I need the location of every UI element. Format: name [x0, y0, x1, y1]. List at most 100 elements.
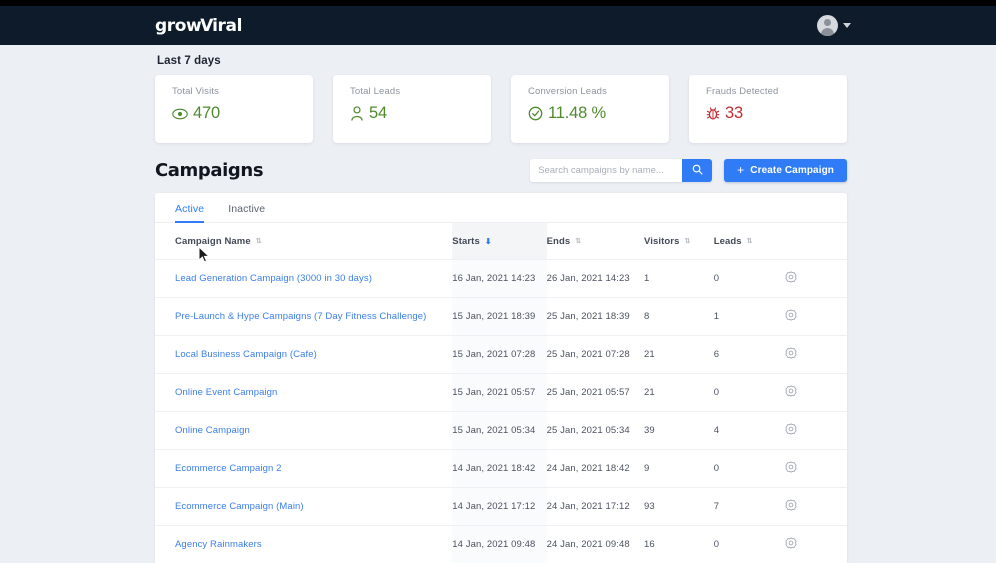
gear-icon[interactable] — [785, 271, 797, 283]
stat-label: Total Leads — [350, 86, 401, 97]
stat-value: 470 — [193, 104, 220, 122]
cell-starts: 16 Jan, 2021 14:23 — [452, 259, 547, 298]
campaign-name-link[interactable]: Local Business Campaign (Cafe) — [175, 349, 317, 360]
cell-actions — [785, 373, 847, 412]
cell-leads: 4 — [713, 411, 786, 450]
cell-actions — [785, 525, 847, 563]
cell-leads: 6 — [713, 335, 786, 374]
table-header: Campaign Name ⇅ Starts ⬇ Ends ⇅ Visitors… — [155, 223, 847, 260]
stat-value-row: 11.48 % — [528, 104, 669, 123]
cell-campaign-name: Online Campaign — [155, 411, 453, 450]
cell-visitors: 21 — [644, 373, 714, 412]
app-header: grow Viral — [0, 6, 996, 45]
gear-icon[interactable] — [785, 347, 797, 359]
cell-ends: 26 Jan, 2021 14:23 — [546, 259, 644, 298]
cell-visitors: 16 — [644, 525, 714, 563]
cell-visitors: 21 — [644, 335, 714, 374]
search-input[interactable] — [530, 159, 683, 182]
campaign-name-link[interactable]: Ecommerce Campaign 2 — [175, 463, 282, 474]
stat-value-row: 470 — [172, 104, 313, 123]
cell-campaign-name: Online Event Campaign — [155, 373, 453, 412]
cell-leads: 0 — [713, 525, 786, 563]
cell-starts: 14 Jan, 2021 17:12 — [452, 487, 547, 526]
cell-actions — [785, 259, 847, 298]
cell-visitors: 39 — [644, 411, 714, 450]
table-row: Ecommerce Campaign 2 14 Jan, 2021 18:42 24… — [155, 449, 847, 488]
column-label: Campaign Name — [175, 236, 251, 247]
table-row: Ecommerce Campaign (Main) 14 Jan, 2021 17… — [155, 487, 847, 526]
tab-inactive[interactable]: Inactive — [228, 203, 265, 222]
cell-campaign-name: Ecommerce Campaign (Main) — [155, 487, 453, 526]
cell-ends: 24 Jan, 2021 18:42 — [546, 449, 644, 488]
cell-ends: 25 Jan, 2021 05:57 — [546, 373, 644, 412]
column-label: Starts — [452, 236, 480, 247]
campaigns-header: Campaigns + Create Campaign — [155, 159, 847, 182]
person-icon — [350, 106, 364, 121]
create-campaign-label: Create Campaign — [750, 165, 834, 176]
cell-starts: 14 Jan, 2021 09:48 — [452, 525, 547, 563]
stat-card-total-visits: Total Visits 470 — [155, 75, 313, 143]
gear-icon[interactable] — [785, 461, 797, 473]
campaign-name-link[interactable]: Pre-Launch & Hype Campaigns (7 Day Fitne… — [175, 311, 426, 322]
check-circle-icon — [528, 106, 543, 121]
stat-label: Conversion Leads — [528, 86, 607, 97]
sort-icon: ⇅ — [746, 238, 753, 245]
date-range-label: Last 7 days — [157, 55, 221, 67]
account-menu[interactable] — [817, 15, 851, 36]
column-header-leads[interactable]: Leads ⇅ — [713, 223, 786, 260]
campaign-name-link[interactable]: Ecommerce Campaign (Main) — [175, 501, 304, 512]
cell-leads: 0 — [713, 449, 786, 488]
column-header-visitors[interactable]: Visitors ⇅ — [644, 223, 714, 260]
table-row: Lead Generation Campaign (3000 in 30 day… — [155, 259, 847, 298]
sort-icon-active: ⬇ — [484, 236, 492, 246]
tab-active[interactable]: Active — [175, 203, 205, 223]
gear-icon[interactable] — [785, 423, 797, 435]
gear-icon[interactable] — [785, 309, 797, 321]
table-row: Agency Rainmakers 14 Jan, 2021 09:48 24 Ja… — [155, 525, 847, 563]
sort-icon: ⇅ — [255, 238, 262, 245]
logo-text-part1: grow — [155, 15, 202, 36]
app-logo[interactable]: grow Viral — [155, 16, 242, 36]
cell-starts: 15 Jan, 2021 05:34 — [452, 411, 547, 450]
campaign-name-link[interactable]: Lead Generation Campaign (3000 in 30 day… — [175, 273, 372, 284]
page-title: Campaigns — [155, 160, 264, 181]
gear-icon[interactable] — [785, 385, 797, 397]
cell-starts: 15 Jan, 2021 05:57 — [452, 373, 547, 412]
user-avatar-icon[interactable] — [817, 15, 838, 36]
campaigns-panel: Active Inactive Campaign Name ⇅ Starts ⬇… — [155, 193, 847, 563]
cell-campaign-name: Local Business Campaign (Cafe) — [155, 335, 453, 374]
cell-campaign-name: Ecommerce Campaign 2 — [155, 449, 453, 488]
column-label: Leads — [713, 236, 742, 247]
column-header-campaign-name[interactable]: Campaign Name ⇅ — [155, 223, 453, 260]
cell-actions — [785, 297, 847, 336]
stat-cards: Total Visits 470 Total Leads 54 Conversi… — [155, 75, 847, 143]
column-header-ends[interactable]: Ends ⇅ — [546, 223, 644, 260]
cell-starts: 15 Jan, 2021 07:28 — [452, 335, 547, 374]
campaign-name-link[interactable]: Online Campaign — [175, 425, 250, 436]
stat-card-conversion-leads: Conversion Leads 11.48 % — [511, 75, 669, 143]
bug-icon — [706, 106, 720, 121]
sort-icon: ⇅ — [684, 238, 690, 245]
create-campaign-button[interactable]: + Create Campaign — [724, 159, 847, 182]
table-row: Pre-Launch & Hype Campaigns (7 Day Fitne… — [155, 297, 847, 336]
table-header-row: Campaign Name ⇅ Starts ⬇ Ends ⇅ Visitors… — [155, 223, 847, 260]
cell-ends: 25 Jan, 2021 05:34 — [546, 411, 644, 450]
gear-icon[interactable] — [785, 499, 797, 511]
cell-campaign-name: Agency Rainmakers — [155, 525, 453, 563]
campaign-name-link[interactable]: Agency Rainmakers — [175, 539, 262, 550]
cell-ends: 24 Jan, 2021 09:48 — [546, 525, 644, 563]
cell-visitors: 1 — [644, 259, 714, 298]
campaign-name-link[interactable]: Online Event Campaign — [175, 387, 277, 398]
logo-text-part2: V — [199, 15, 214, 36]
chevron-down-icon[interactable] — [843, 23, 851, 28]
logo-text-part3: iral — [212, 15, 243, 36]
table-row: Online Event Campaign 15 Jan, 2021 05:57 2… — [155, 373, 847, 412]
cell-leads: 0 — [713, 259, 786, 298]
cell-ends: 25 Jan, 2021 18:39 — [546, 297, 644, 336]
column-header-starts[interactable]: Starts ⬇ — [452, 223, 547, 260]
search-button[interactable] — [682, 159, 713, 182]
campaigns-table: Campaign Name ⇅ Starts ⬇ Ends ⇅ Visitors… — [155, 223, 847, 563]
stat-card-total-leads: Total Leads 54 — [333, 75, 491, 143]
cell-visitors: 93 — [644, 487, 714, 526]
gear-icon[interactable] — [785, 537, 797, 549]
